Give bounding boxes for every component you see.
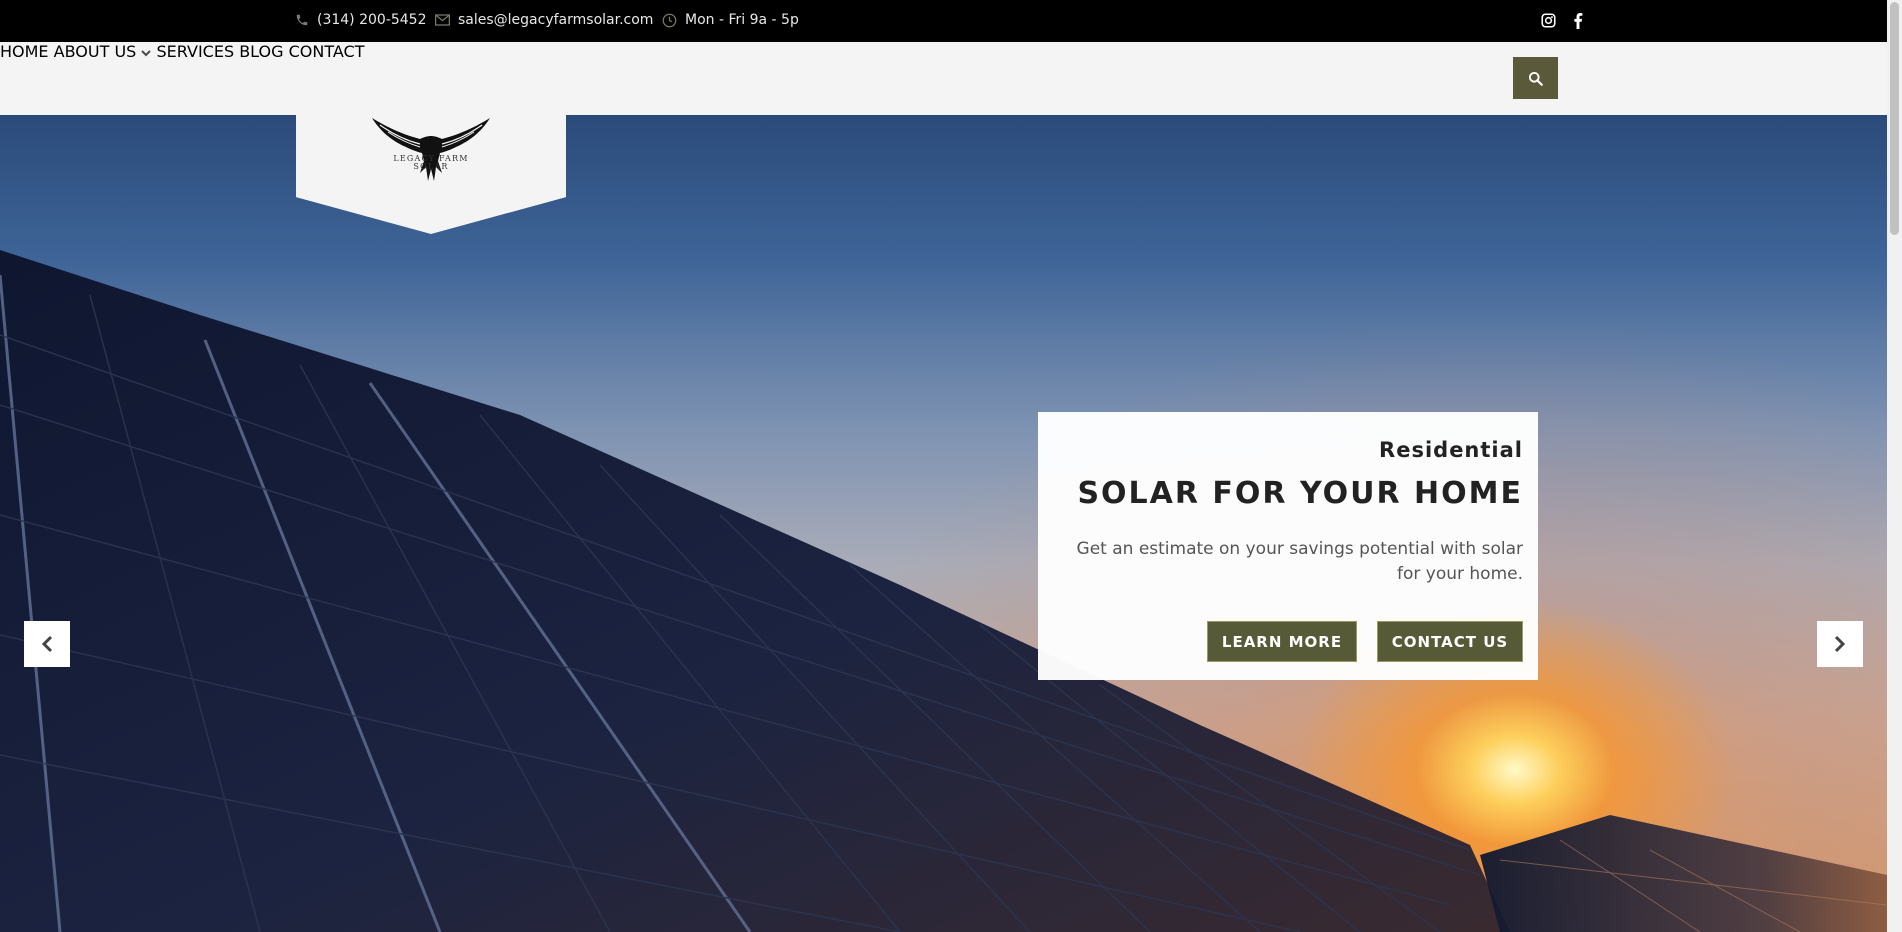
nav-about-us[interactable]: ABOUT US <box>54 42 157 61</box>
chevron-down-icon <box>141 50 152 57</box>
facebook-link[interactable] <box>1573 13 1583 33</box>
facebook-icon <box>1574 13 1583 29</box>
chevron-left-icon <box>41 635 53 653</box>
business-hours: Mon - Fri 9a - 5p <box>662 12 799 28</box>
slider-next-button[interactable] <box>1817 621 1863 667</box>
email-contact[interactable]: sales@legacyfarmsolar.com <box>435 12 653 28</box>
clock-icon <box>662 13 677 27</box>
hero-slider <box>0 115 1887 932</box>
nav-services[interactable]: SERVICES <box>157 42 235 61</box>
hero-description: Get an estimate on your savings potentia… <box>1076 539 1523 584</box>
phone-contact[interactable]: (314) 200-5452 <box>295 12 427 28</box>
contact-us-button[interactable]: CONTACT US <box>1377 621 1523 662</box>
search-icon <box>1528 71 1543 86</box>
chevron-right-icon <box>1834 635 1846 653</box>
phone-number: (314) 200-5452 <box>317 12 427 28</box>
instagram-icon <box>1541 13 1556 28</box>
learn-more-button[interactable]: LEARN MORE <box>1207 621 1357 662</box>
nav-contact[interactable]: CONTACT <box>289 42 365 61</box>
site-header: HOME ABOUT US SERVICES BLOG CONTACT <box>0 42 1887 115</box>
hero-eyebrow: Residential <box>1379 438 1523 462</box>
search-button[interactable] <box>1513 57 1558 99</box>
hero-caption-card: Residential SOLAR FOR YOUR HOME Get an e… <box>1038 412 1538 680</box>
nav-home[interactable]: HOME <box>0 42 49 61</box>
nav-blog[interactable]: BLOG <box>239 42 283 61</box>
phone-icon <box>296 14 308 26</box>
instagram-link[interactable] <box>1541 13 1556 32</box>
top-contact-bar: (314) 200-5452 sales@legacyfarmsolar.com… <box>0 0 1887 42</box>
nav-about-us-label: ABOUT US <box>53 42 137 61</box>
hero-title: SOLAR FOR YOUR HOME <box>1077 476 1523 511</box>
page-scrollbar[interactable] <box>1887 0 1902 932</box>
envelope-icon <box>435 14 450 26</box>
email-address: sales@legacyfarmsolar.com <box>458 12 654 28</box>
hours-text: Mon - Fri 9a - 5p <box>685 12 799 28</box>
scrollbar-thumb[interactable] <box>1890 2 1899 235</box>
logo-text-line2: SOLAR <box>413 162 449 171</box>
eagle-logo-icon <box>372 118 490 181</box>
slider-prev-button[interactable] <box>24 621 70 667</box>
solar-panels-image <box>0 250 1887 932</box>
